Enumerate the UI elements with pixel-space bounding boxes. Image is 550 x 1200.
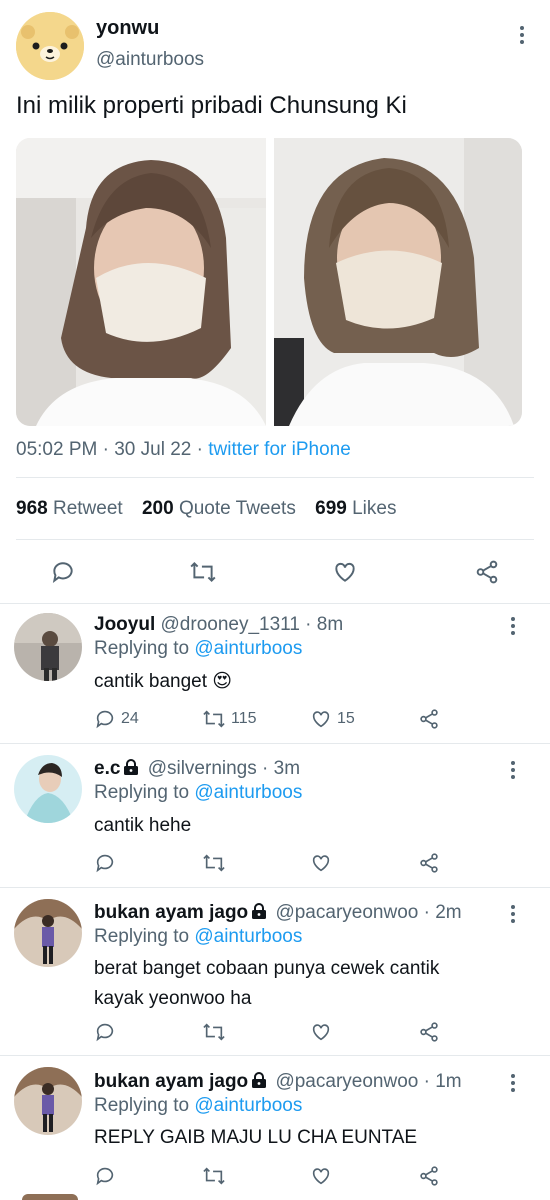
reply-handle[interactable]: @drooney_1311 bbox=[161, 614, 300, 635]
reply-count: 24 bbox=[121, 710, 139, 727]
mention-link[interactable]: @ainturboos bbox=[194, 638, 302, 659]
lock-icon bbox=[252, 1072, 267, 1088]
reply-text: berat banget cobaan punya cewek cantik k… bbox=[94, 958, 440, 1009]
replying-to: Replying to @ainturboos bbox=[94, 1095, 303, 1116]
retweet-icon[interactable] bbox=[202, 1021, 226, 1043]
reply-time: 3m bbox=[273, 758, 301, 779]
author-name[interactable]: yonwu bbox=[96, 17, 159, 40]
tweet-photo-1[interactable] bbox=[16, 138, 266, 426]
share-icon bbox=[420, 709, 438, 729]
tweet-source[interactable]: twitter for iPhone bbox=[208, 439, 351, 460]
share-icon[interactable] bbox=[418, 852, 440, 874]
reply-text: cantik hehe bbox=[94, 815, 192, 836]
reply-icon[interactable] bbox=[94, 852, 116, 874]
replying-to: Replying to @ainturboos bbox=[94, 638, 303, 659]
tweet-time: 05:02 PM bbox=[16, 439, 98, 460]
reply-name[interactable]: bukan ayam jago bbox=[94, 1071, 248, 1092]
more-icon[interactable] bbox=[510, 905, 516, 926]
reply-avatar[interactable] bbox=[14, 755, 82, 823]
more-icon[interactable] bbox=[510, 1074, 516, 1095]
reply-header: e.c @silvernings · 3m bbox=[94, 758, 301, 779]
retweet-icon[interactable] bbox=[202, 852, 226, 874]
reply-icon[interactable] bbox=[94, 1021, 116, 1043]
like-icon[interactable] bbox=[310, 1021, 332, 1043]
next-reply-avatar[interactable] bbox=[22, 1194, 78, 1200]
replying-to: Replying to @ainturboos bbox=[94, 782, 303, 803]
reply-text: cantik banget 😍 bbox=[94, 671, 233, 692]
reply-icon[interactable] bbox=[94, 1165, 116, 1187]
reply-time: 2m bbox=[435, 902, 462, 923]
share-icon[interactable] bbox=[470, 555, 504, 589]
more-icon[interactable] bbox=[519, 26, 525, 47]
reply-header: bukan ayam jago @pacaryeonwoo · 1m bbox=[94, 1071, 462, 1092]
tweet-date: 30 Jul 22 bbox=[114, 439, 192, 460]
like-icon[interactable] bbox=[310, 1165, 332, 1187]
more-icon[interactable] bbox=[510, 617, 516, 638]
author-avatar[interactable] bbox=[16, 12, 84, 80]
share-icon[interactable] bbox=[418, 1021, 440, 1043]
retweet-count: 115 bbox=[231, 710, 257, 727]
retweet-button[interactable]: 115 bbox=[202, 708, 257, 730]
reply-handle[interactable]: @pacaryeonwoo bbox=[275, 902, 418, 923]
reply-button[interactable]: 24 bbox=[94, 708, 139, 730]
mention-link[interactable]: @ainturboos bbox=[194, 1095, 302, 1116]
reply-handle[interactable]: @silvernings bbox=[148, 758, 257, 779]
lock-icon bbox=[124, 759, 139, 775]
lock-icon bbox=[252, 903, 267, 919]
likes-stat[interactable]: 699 Likes bbox=[315, 498, 396, 519]
replying-to: Replying to @ainturboos bbox=[94, 926, 303, 947]
retweet-icon bbox=[203, 710, 225, 728]
reply-time: 1m bbox=[435, 1071, 462, 1092]
reply-header: bukan ayam jago @pacaryeonwoo · 2m bbox=[94, 902, 462, 923]
reply-avatar[interactable] bbox=[14, 613, 82, 681]
reply-name[interactable]: bukan ayam jago bbox=[94, 902, 248, 923]
reply-handle[interactable]: @pacaryeonwoo bbox=[275, 1071, 418, 1092]
like-button[interactable]: 15 bbox=[310, 708, 355, 730]
reply-avatar[interactable] bbox=[14, 899, 82, 967]
reply-icon bbox=[96, 710, 114, 729]
reply-time: 8m bbox=[316, 614, 344, 635]
like-icon bbox=[312, 711, 330, 728]
retweet-icon[interactable] bbox=[186, 555, 220, 589]
author-handle[interactable]: @ainturboos bbox=[96, 49, 204, 71]
tweet-text: Ini milik properti pribadi Chunsung Ki bbox=[16, 92, 407, 119]
reply-avatar[interactable] bbox=[14, 1067, 82, 1135]
more-icon[interactable] bbox=[510, 761, 516, 782]
reply-header: Jooyul @drooney_1311 · 8m bbox=[94, 614, 344, 635]
reply-icon[interactable] bbox=[46, 555, 80, 589]
retweet-icon[interactable] bbox=[202, 1165, 226, 1187]
like-count: 15 bbox=[337, 710, 355, 727]
tweet-photo-2[interactable] bbox=[274, 138, 522, 426]
tweet-stats: 968 Retweet 200 Quote Tweets 699 Likes bbox=[16, 498, 396, 520]
mention-link[interactable]: @ainturboos bbox=[194, 782, 302, 803]
reply-name[interactable]: e.c bbox=[94, 758, 120, 779]
like-icon[interactable] bbox=[328, 555, 362, 589]
share-button[interactable] bbox=[418, 708, 440, 730]
share-icon[interactable] bbox=[418, 1165, 440, 1187]
retweet-stat[interactable]: 968 Retweet bbox=[16, 498, 123, 519]
reply-name[interactable]: Jooyul bbox=[94, 614, 155, 635]
quote-stat[interactable]: 200 Quote Tweets bbox=[142, 498, 296, 519]
like-icon[interactable] bbox=[310, 852, 332, 874]
tweet-meta: 05:02 PM · 30 Jul 22 · twitter for iPhon… bbox=[16, 439, 351, 460]
mention-link[interactable]: @ainturboos bbox=[194, 926, 302, 947]
reply-text: REPLY GAIB MAJU LU CHA EUNTAE bbox=[94, 1127, 418, 1148]
